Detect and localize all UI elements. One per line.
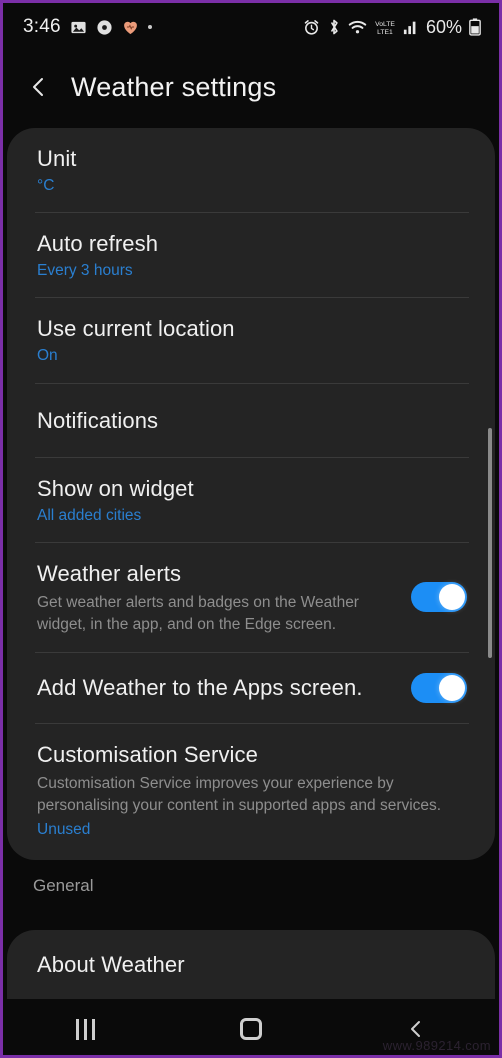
setting-title: Notifications (37, 407, 159, 433)
section-header-general: General (33, 875, 94, 895)
page-title: Weather settings (71, 71, 277, 102)
setting-title: Add Weather to the Apps screen. (37, 675, 363, 701)
setting-row-about-weather[interactable]: About Weather (7, 930, 495, 999)
image-icon (70, 19, 87, 36)
settings-card-general: About Weather (7, 929, 495, 999)
svg-text:LTE1: LTE1 (377, 29, 393, 36)
battery-icon (469, 18, 481, 36)
record-icon (96, 19, 113, 36)
dot-icon (147, 25, 152, 29)
setting-title: Weather alerts (37, 560, 182, 586)
setting-description: Customisation Service improves your expe… (37, 774, 442, 814)
bluetooth-icon (327, 18, 341, 36)
status-bar-clock: 3:46 (23, 16, 61, 37)
app-bar: Weather settings (3, 51, 499, 123)
status-bar-left: 3:46 (23, 16, 152, 38)
phone-screen: 3:46 VoLTE LTE1 60% Weather settings Uni… (0, 0, 502, 1058)
alarm-icon (303, 19, 320, 36)
setting-title: Customisation Service (37, 741, 258, 767)
setting-row-unit[interactable]: Unit °C (7, 128, 495, 212)
status-bar: 3:46 VoLTE LTE1 60% (3, 3, 499, 51)
setting-description: Get weather alerts and badges on the Wea… (37, 593, 359, 633)
setting-row-use-current-location[interactable]: Use current location On (7, 298, 495, 382)
signal-icon (403, 19, 419, 35)
setting-title: Auto refresh (37, 231, 159, 257)
back-chevron-icon (411, 1021, 421, 1037)
switch-weather-alerts[interactable] (411, 582, 467, 613)
setting-value: °C (37, 177, 55, 195)
watermark-text: www.989214.com (382, 1038, 491, 1053)
setting-row-notifications[interactable]: Notifications (7, 384, 495, 457)
switch-knob (439, 584, 465, 611)
setting-row-weather-alerts[interactable]: Weather alerts Get weather alerts and ba… (7, 543, 495, 652)
wifi-icon (348, 19, 367, 35)
setting-row-auto-refresh[interactable]: Auto refresh Every 3 hours (7, 213, 495, 297)
setting-title: About Weather (37, 951, 185, 977)
setting-row-add-weather-apps-screen[interactable]: Add Weather to the Apps screen. (7, 653, 495, 723)
home-icon (239, 1018, 262, 1040)
setting-title: Show on widget (37, 475, 194, 501)
svg-text:VoLTE: VoLTE (375, 21, 395, 28)
recents-button[interactable] (41, 1003, 131, 1055)
back-arrow-icon[interactable] (29, 77, 49, 97)
home-button[interactable] (206, 1003, 296, 1055)
volte-lte-icon: VoLTE LTE1 (374, 18, 396, 36)
status-bar-right: VoLTE LTE1 60% (303, 17, 481, 38)
switch-add-weather-apps-screen[interactable] (411, 672, 467, 703)
navigation-bar: www.989214.com (3, 1003, 499, 1055)
recents-icon (76, 1018, 96, 1040)
switch-knob (439, 674, 465, 701)
battery-percent-label: 60% (425, 16, 462, 37)
setting-value: Every 3 hours (37, 262, 133, 280)
heart-icon (122, 19, 139, 35)
setting-title: Unit (37, 146, 77, 171)
setting-value: Unused (37, 820, 91, 838)
setting-row-show-on-widget[interactable]: Show on widget All added cities (7, 458, 495, 542)
setting-value: On (37, 347, 58, 365)
settings-scroll-container[interactable]: Unit °C Auto refresh Every 3 hours Use c… (3, 123, 499, 1003)
settings-card-main: Unit °C Auto refresh Every 3 hours Use c… (7, 128, 495, 860)
scrollbar-thumb[interactable] (488, 428, 492, 658)
setting-row-customisation-service[interactable]: Customisation Service Customisation Serv… (7, 724, 495, 860)
setting-value: All added cities (37, 506, 142, 524)
setting-title: Use current location (37, 316, 235, 342)
